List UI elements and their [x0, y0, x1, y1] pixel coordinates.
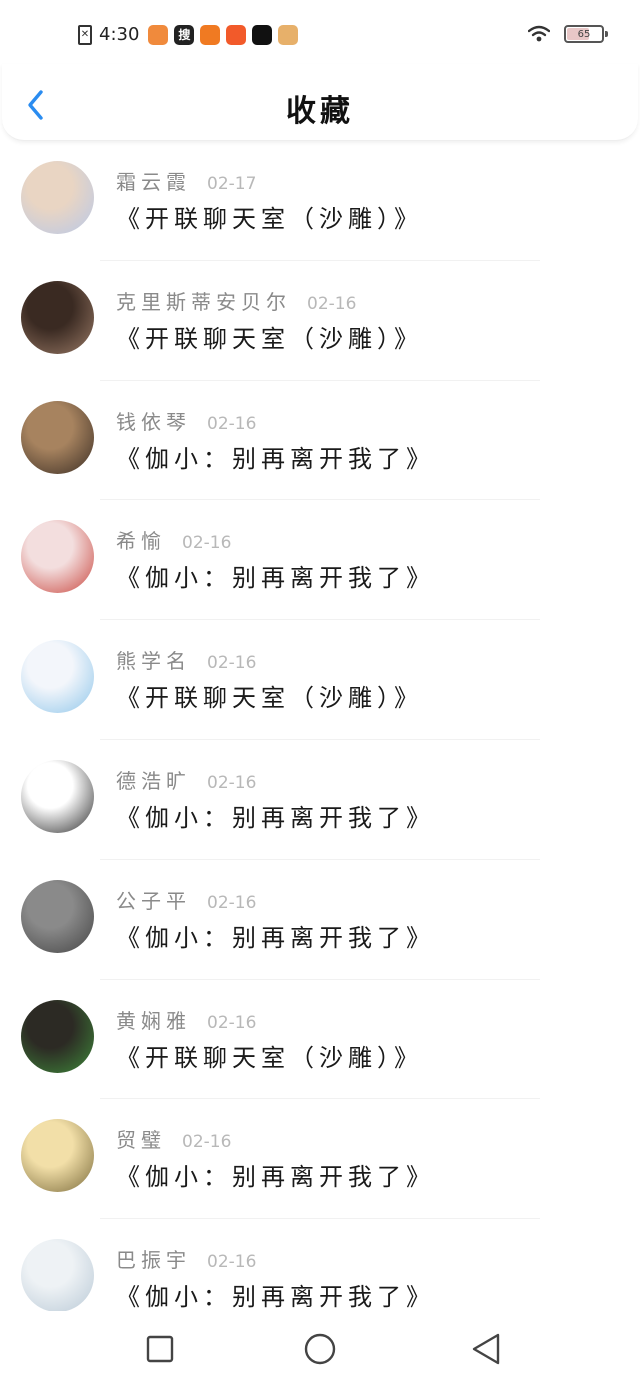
triangle-back-icon	[472, 1333, 500, 1365]
user-name: 公子平	[116, 888, 191, 913]
app-icon-3	[200, 24, 221, 45]
avatar[interactable]	[21, 640, 94, 714]
battery-level: 65	[577, 28, 591, 40]
list-item[interactable]: 贸璧 02-16 《伽小：别再离开我了》	[0, 1099, 640, 1220]
item-meta: 德浩旷 02-16	[116, 765, 256, 794]
item-message: 《伽小：别再离开我了》	[116, 564, 435, 593]
item-message: 《伽小：别再离开我了》	[116, 444, 435, 473]
user-name: 熊学名	[116, 649, 191, 674]
status-time: 4:30	[99, 24, 140, 45]
favorites-screen: ✕ 4:30 搜 65 收藏 霜云霞 02-17 《开联聊天室（沙雕）》 克里斯蒂安贝…	[0, 0, 640, 1387]
avatar[interactable]	[21, 1119, 94, 1193]
app-icon-1	[148, 24, 169, 45]
user-name: 德浩旷	[116, 768, 191, 793]
avatar[interactable]	[21, 999, 94, 1073]
item-message: 《伽小：别再离开我了》	[116, 1283, 435, 1311]
sogou-search-icon: 搜	[174, 24, 195, 45]
list-item[interactable]: 公子平 02-16 《伽小：别再离开我了》	[0, 860, 640, 980]
home-button[interactable]	[302, 1331, 338, 1367]
battery-icon: 65	[564, 25, 608, 43]
list-item[interactable]: 希愉 02-16 《伽小：别再离开我了》	[0, 500, 640, 621]
favorites-list[interactable]: 霜云霞 02-17 《开联聊天室（沙雕）》 克里斯蒂安贝尔 02-16 《开联聊天室（沙雕…	[0, 141, 640, 1311]
item-meta: 巴振宇 02-16	[116, 1244, 256, 1273]
no-sim-icon: ✕	[78, 24, 92, 45]
nav-back-button[interactable]	[468, 1331, 504, 1367]
notification-app-icons: 搜	[148, 24, 299, 45]
avatar[interactable]	[21, 759, 94, 833]
list-item[interactable]: 黄娴雅 02-16 《开联聊天室（沙雕）》	[0, 980, 640, 1100]
avatar[interactable]	[21, 161, 94, 234]
list-item[interactable]: 巴振宇 02-16 《伽小：别再离开我了》	[0, 1219, 640, 1311]
user-name: 克里斯蒂安贝尔	[116, 289, 291, 314]
item-meta: 黄娴雅 02-16	[116, 1005, 256, 1034]
avatar[interactable]	[21, 280, 94, 354]
status-bar-right: 65	[528, 25, 608, 43]
item-message: 《开联聊天室（沙雕）》	[116, 324, 423, 353]
status-bar-left: ✕ 4:30 搜	[78, 24, 299, 45]
square-icon	[146, 1335, 174, 1363]
avatar[interactable]	[21, 879, 94, 953]
item-date: 02-17	[207, 174, 257, 194]
item-message: 《开联聊天室（沙雕）》	[116, 684, 423, 713]
list-item[interactable]: 钱依琴 02-16 《伽小：别再离开我了》	[0, 381, 640, 501]
app-icon-6	[278, 24, 299, 45]
user-name: 巴振宇	[116, 1248, 191, 1273]
user-name: 希愉	[116, 529, 166, 554]
page-title: 收藏	[286, 94, 354, 129]
item-message: 《开联聊天室（沙雕）》	[116, 1043, 423, 1072]
app-icon-5	[252, 24, 273, 45]
item-meta: 熊学名 02-16	[116, 645, 256, 674]
list-item[interactable]: 熊学名 02-16 《开联聊天室（沙雕）》	[0, 620, 640, 740]
status-bar: ✕ 4:30 搜 65	[0, 0, 640, 64]
item-message: 《伽小：别再离开我了》	[116, 1163, 435, 1192]
user-name: 钱依琴	[116, 409, 191, 434]
item-message: 《伽小：别再离开我了》	[116, 923, 435, 952]
user-name: 贸璧	[116, 1128, 166, 1153]
app-icon-4	[226, 24, 247, 45]
list-item[interactable]: 克里斯蒂安贝尔 02-16 《开联聊天室（沙雕）》	[0, 261, 640, 381]
list-item[interactable]: 德浩旷 02-16 《伽小：别再离开我了》	[0, 740, 640, 860]
navigation-bar	[0, 1311, 640, 1387]
item-date: 02-16	[207, 413, 257, 434]
item-date: 02-16	[182, 533, 232, 554]
item-meta: 克里斯蒂安贝尔 02-16	[116, 286, 356, 315]
item-date: 02-16	[207, 653, 257, 674]
item-message: 《开联聊天室（沙雕）》	[116, 205, 423, 233]
item-message: 《伽小：别再离开我了》	[116, 803, 435, 832]
list-item[interactable]: 霜云霞 02-17 《开联聊天室（沙雕）》	[0, 141, 640, 261]
user-name: 霜云霞	[116, 170, 191, 194]
item-date: 02-16	[207, 1012, 257, 1033]
avatar[interactable]	[21, 400, 94, 474]
item-date: 02-16	[207, 892, 257, 913]
item-meta: 公子平 02-16	[116, 885, 256, 914]
user-name: 黄娴雅	[116, 1008, 191, 1033]
item-date: 02-16	[182, 1132, 232, 1153]
circle-icon	[304, 1333, 336, 1365]
item-meta: 钱依琴 02-16	[116, 406, 256, 435]
recents-button[interactable]	[142, 1331, 178, 1367]
item-date: 02-16	[307, 293, 357, 314]
item-meta: 希愉 02-16	[116, 525, 231, 554]
item-date: 02-16	[207, 772, 257, 793]
item-meta: 贸璧 02-16	[116, 1124, 231, 1153]
wifi-icon	[528, 25, 550, 42]
avatar[interactable]	[21, 1239, 94, 1311]
header: 收藏	[2, 64, 638, 141]
item-meta: 霜云霞 02-17	[116, 166, 256, 195]
item-date: 02-16	[207, 1252, 257, 1273]
avatar[interactable]	[21, 520, 94, 594]
